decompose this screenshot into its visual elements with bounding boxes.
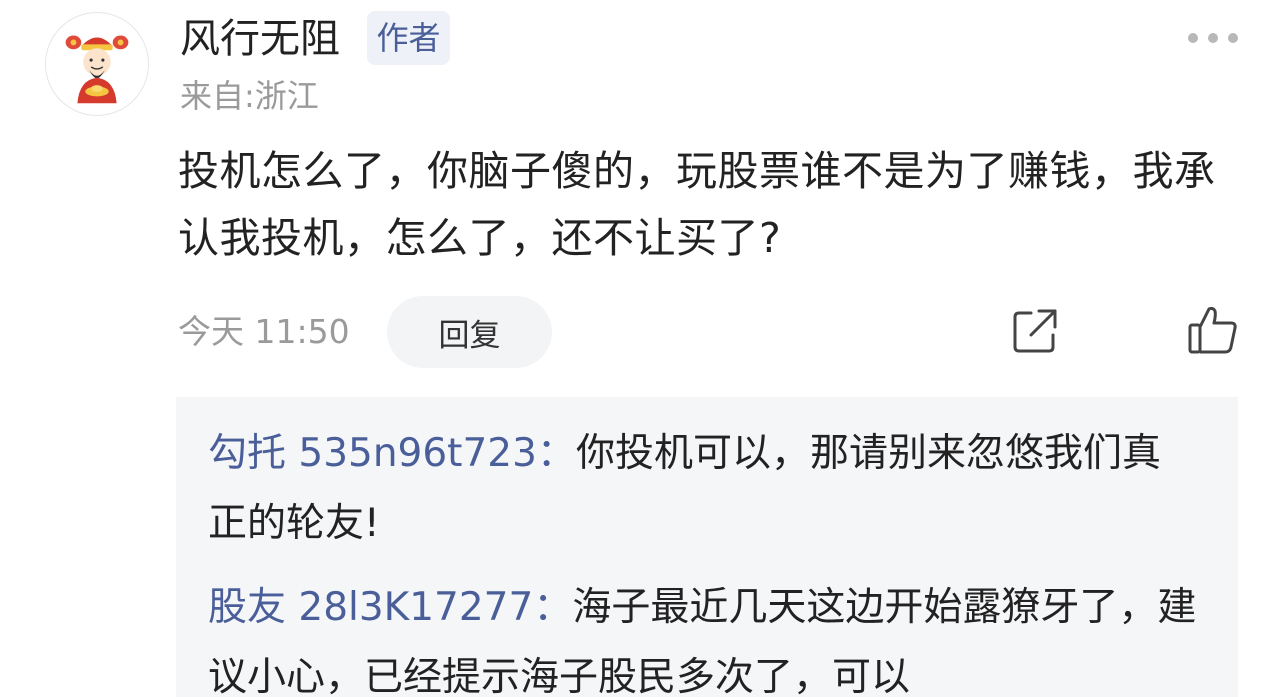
caishen-avatar-image: [65, 35, 129, 104]
reply-separator: ：: [536, 431, 576, 476]
reply-item[interactable]: 股友 28l3K17277：海子最近几天这边开始露獠牙了，建议小心，已经提示海子…: [208, 573, 1198, 697]
reply-username[interactable]: 股友 28l3K17277: [208, 585, 533, 630]
avatar[interactable]: [45, 12, 149, 116]
author-badge: 作者: [367, 11, 450, 65]
reply-separator: ：: [533, 585, 573, 630]
location-label: 来自:浙江: [180, 77, 319, 115]
comment-time: 今天 11:50: [178, 312, 350, 351]
share-icon[interactable]: [1011, 307, 1059, 355]
more-dots-icon[interactable]: [1188, 28, 1238, 48]
reply-item[interactable]: 勾托 535n96t723：你投机可以，那请别来忽悠我们真正的轮友!: [208, 419, 1198, 559]
thumbs-up-icon[interactable]: [1187, 305, 1239, 355]
comment-username[interactable]: 风行无阻: [180, 14, 340, 64]
more-dot: [1188, 33, 1198, 43]
more-dot: [1208, 33, 1218, 43]
replies-panel: 勾托 535n96t723：你投机可以，那请别来忽悠我们真正的轮友! 股友 28…: [176, 397, 1238, 697]
reply-button[interactable]: 回复: [387, 296, 552, 368]
comment-content: 投机怎么了，你脑子傻的，玩股票谁不是为了赚钱，我承认我投机，怎么了，还不让买了?: [178, 147, 1216, 262]
reply-username[interactable]: 勾托 535n96t723: [208, 431, 537, 476]
more-dot: [1228, 33, 1238, 43]
